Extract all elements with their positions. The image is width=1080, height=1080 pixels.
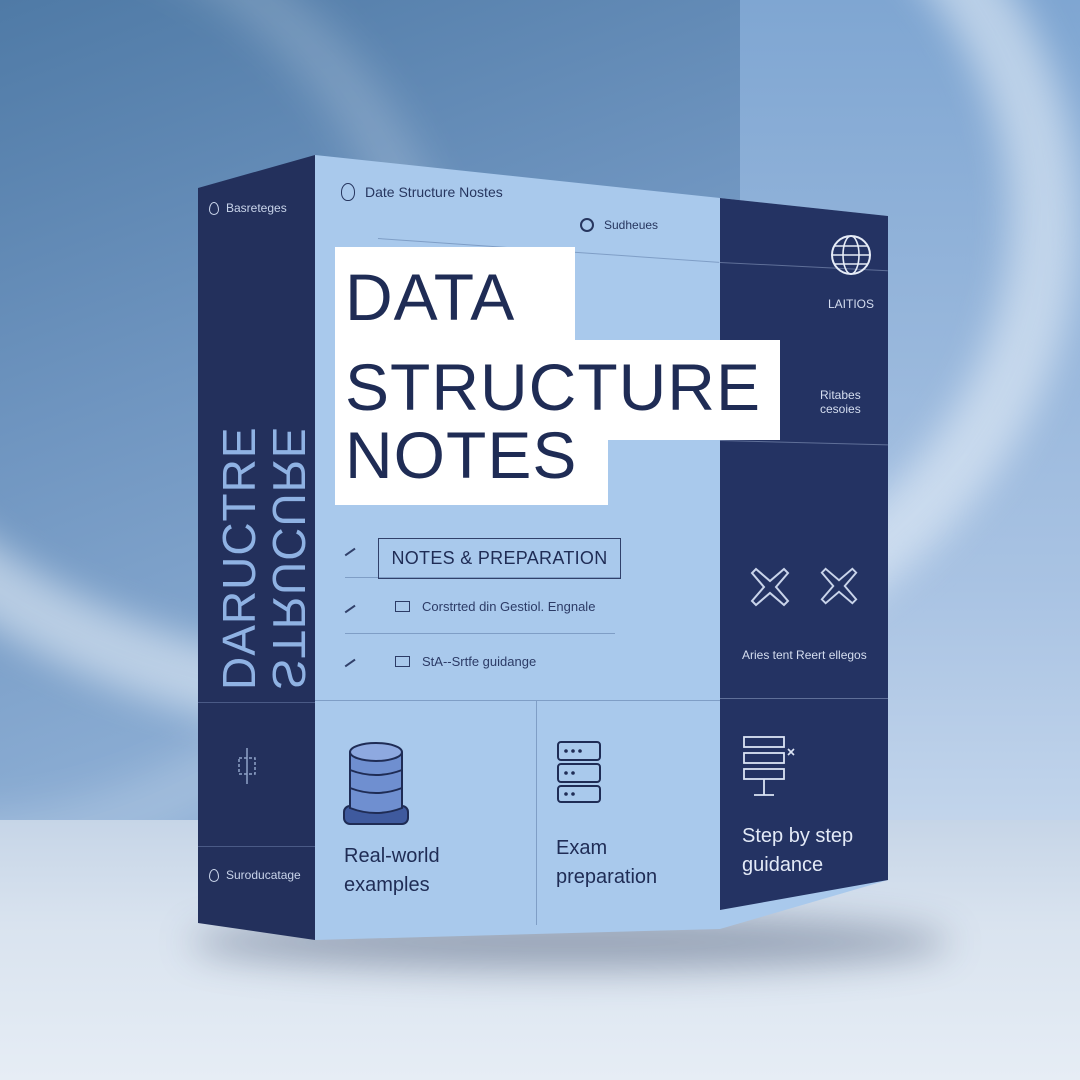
spine-vertical-title: DARUCTRE STRUCURE	[213, 290, 315, 690]
panel-step-line2: guidance	[742, 854, 824, 876]
location-pin-icon	[209, 868, 219, 882]
front-divider	[536, 700, 537, 925]
feature-item-text: Corstrted din Gestiol. Engnale	[422, 599, 596, 614]
spine-vertical-line1: DARUCTRE	[213, 426, 265, 690]
subtitle-box: NOTES & PREPARATION	[378, 538, 621, 579]
cross-icon	[820, 567, 858, 605]
lightbulb-icon	[341, 183, 355, 201]
server-rack-icon	[557, 741, 601, 803]
globe-icon	[831, 235, 871, 275]
cross-icon	[750, 567, 790, 607]
database-stack-icon	[343, 742, 409, 825]
panel-exam-line1: Exam	[556, 837, 608, 859]
panel-step-line1: Step by step	[742, 825, 854, 847]
side-label-1: LAITIOS	[828, 297, 875, 311]
panel-real-world-line2: examples	[344, 874, 430, 896]
side-label-3: Aries tent Reert ellegos	[742, 648, 867, 662]
location-pin-icon	[209, 201, 219, 215]
side-label-2: Ritabes cesoies	[820, 388, 861, 416]
side-divider	[720, 698, 888, 699]
spine-divider	[198, 702, 315, 703]
panel-real-world: Real-world examples	[344, 842, 440, 900]
side-label-2-line2: cesoies	[820, 402, 861, 416]
front-divider	[315, 700, 720, 701]
front-top-label-right-text: Sudheues	[604, 218, 659, 232]
feature-item: StA--Srtfe guidange	[395, 654, 536, 669]
title-line-1: DATA	[345, 260, 516, 334]
spine-bottom-label: Suroducatage	[209, 868, 301, 882]
spine-top-label-text: Basreteges	[226, 201, 287, 215]
panel-exam-line2: preparation	[556, 866, 658, 888]
document-icon	[395, 656, 410, 667]
spine-top-label: Basreteges	[209, 201, 287, 215]
node-connector-icon	[238, 748, 256, 784]
title-line-3: NOTES	[345, 418, 578, 492]
panel-step-by-step: Step by step guidance	[742, 822, 853, 880]
spine-vertical-line2: STRUCURE	[263, 426, 315, 690]
front-top-label-left-text: Date Structure Nostes	[365, 184, 503, 200]
side-label-2-line1: Ritabes	[820, 388, 861, 402]
document-icon	[395, 601, 410, 612]
feature-item: Corstrted din Gestiol. Engnale	[395, 599, 595, 614]
flowchart-icon	[743, 736, 795, 796]
front-top-label-right: Sudheues	[580, 218, 658, 232]
panel-exam: Exam preparation	[556, 834, 657, 892]
gear-icon	[580, 218, 594, 232]
product-scene: Basreteges DARUCTRE STRUCURE Suroducatag…	[0, 0, 1080, 1080]
title-line-2: STRUCTURE	[345, 350, 761, 424]
spine-bottom-label-text: Suroducatage	[226, 868, 301, 882]
panel-real-world-line1: Real-world	[344, 845, 440, 867]
feature-item-text: StA--Srtfe guidange	[422, 654, 537, 669]
front-divider	[345, 633, 615, 634]
front-top-label-left: Date Structure Nostes	[341, 183, 503, 201]
spine-divider	[198, 846, 315, 847]
